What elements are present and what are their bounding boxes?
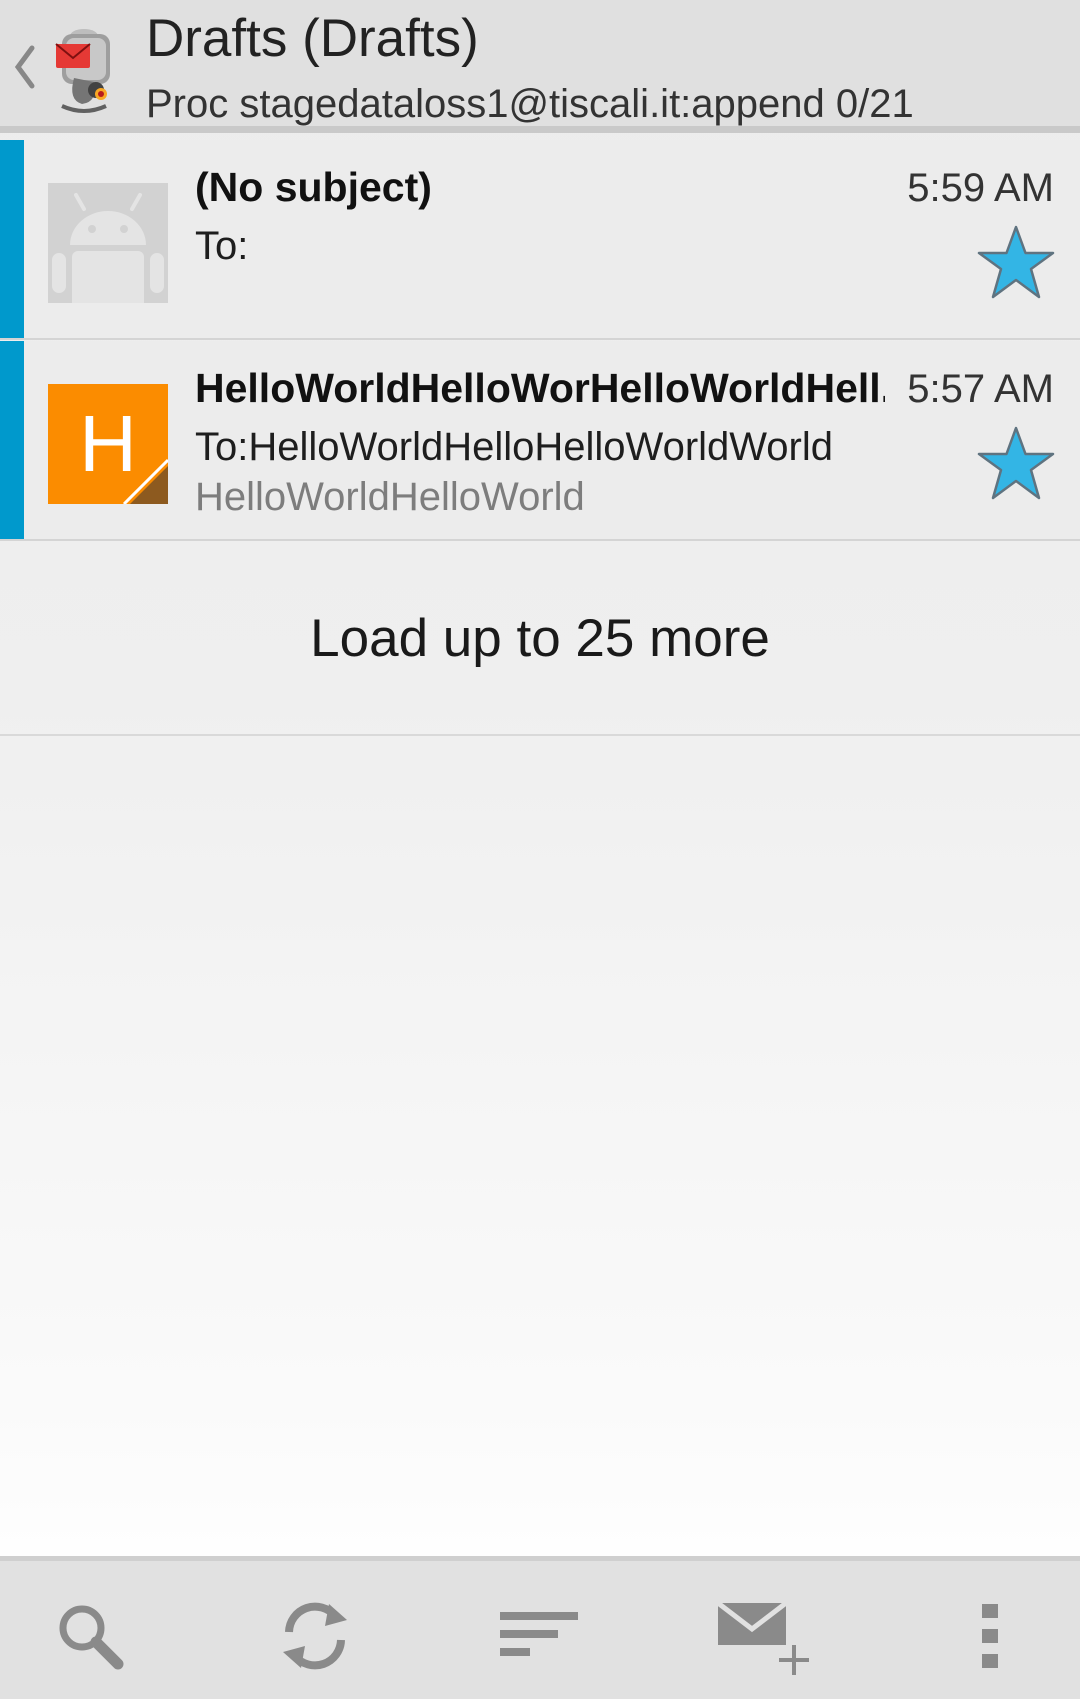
chevron-left-icon[interactable] <box>8 42 40 92</box>
message-recipient: To:HelloWorldHelloHelloWorldWorld <box>195 425 834 469</box>
list-item[interactable]: (No subject) To: 5:59 AM <box>0 140 1080 340</box>
message-time: 5:57 AM <box>907 367 1054 411</box>
compose-button[interactable] <box>712 1591 812 1681</box>
refresh-button[interactable] <box>265 1591 365 1681</box>
load-more-label: Load up to 25 more <box>310 609 770 668</box>
star-icon[interactable] <box>976 224 1056 302</box>
page-title: Drafts (Drafts) <box>146 9 479 68</box>
android-avatar-icon[interactable] <box>48 183 168 303</box>
message-time: 5:59 AM <box>907 166 1054 210</box>
message-recipient: To: <box>195 224 249 268</box>
contact-avatar[interactable]: H <box>48 384 168 504</box>
search-icon <box>59 1605 124 1670</box>
message-subject: HelloWorldHelloWorHelloWorldHell.. <box>195 365 885 411</box>
compose-icon <box>716 1601 809 1675</box>
refresh-icon <box>283 1602 347 1670</box>
sort-icon <box>500 1612 578 1656</box>
sort-button[interactable] <box>490 1591 590 1681</box>
search-button[interactable] <box>40 1591 140 1681</box>
account-color-bar <box>0 140 24 338</box>
sync-status-subtitle: Proc stagedataloss1@tiscali.it:append 0/… <box>146 82 914 126</box>
account-color-bar <box>0 341 24 539</box>
message-preview: HelloWorldHelloWorld <box>195 475 585 519</box>
overflow-menu-button[interactable] <box>940 1591 1040 1681</box>
list-item[interactable]: H HelloWorldHelloWorHelloWorldHell.. To:… <box>0 341 1080 541</box>
action-bar: Drafts (Drafts) Proc stagedataloss1@tisc… <box>0 0 1080 133</box>
star-icon[interactable] <box>976 425 1056 503</box>
overflow-menu-icon <box>982 1604 998 1668</box>
bottom-toolbar <box>0 1556 1080 1699</box>
avatar-letter: H <box>79 399 137 488</box>
message-subject: (No subject) <box>195 164 432 210</box>
k9-mail-robot-logo[interactable] <box>44 20 124 116</box>
load-more-button[interactable]: Load up to 25 more <box>0 543 1080 736</box>
